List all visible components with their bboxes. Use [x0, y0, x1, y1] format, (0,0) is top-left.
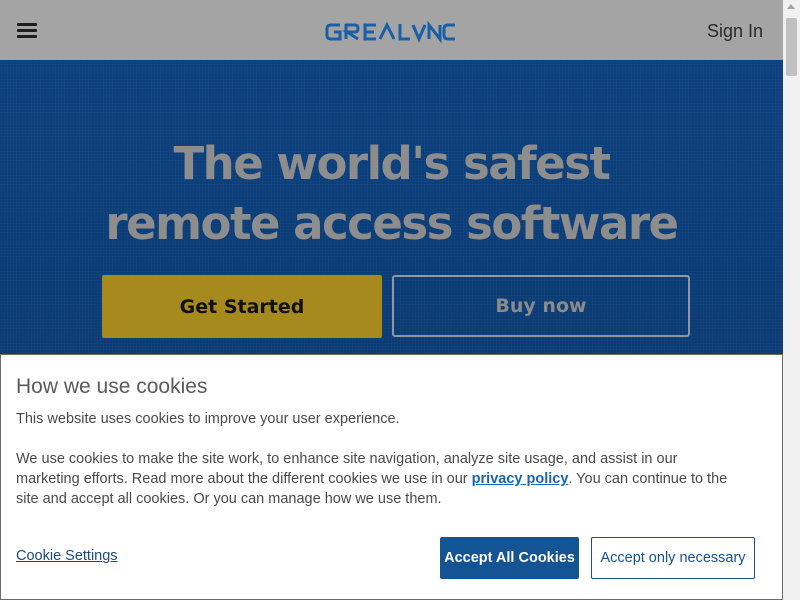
privacy-policy-link[interactable]: privacy policy: [472, 471, 569, 487]
realvnc-logo[interactable]: [324, 19, 456, 45]
cookie-intro-text: This website uses cookies to improve you…: [16, 411, 400, 427]
accept-necessary-cookies-button[interactable]: Accept only necessary: [591, 537, 755, 579]
site-header: Sign In: [0, 0, 783, 61]
buy-now-button[interactable]: Buy now: [392, 275, 690, 337]
hero-title-line2: remote access software: [105, 197, 679, 250]
page-scrollbar[interactable]: [783, 0, 800, 600]
cookie-dialog-title: How we use cookies: [16, 375, 208, 398]
get-started-button[interactable]: Get Started: [102, 275, 382, 338]
hero-title-line1: The world's safest: [173, 137, 611, 190]
hero-section: The world's safest remote access softwar…: [0, 60, 783, 360]
scroll-up-arrow-icon[interactable]: [787, 4, 795, 9]
cookie-settings-link[interactable]: Cookie Settings: [16, 548, 118, 564]
cookie-description: We use cookies to make the site work, to…: [16, 449, 736, 509]
scrollbar-thumb[interactable]: [786, 18, 797, 76]
cookie-consent-dialog: How we use cookies This website uses coo…: [0, 354, 783, 600]
accept-all-cookies-button[interactable]: Accept All Cookies: [440, 537, 579, 579]
hamburger-icon[interactable]: [17, 23, 37, 39]
sign-in-link[interactable]: Sign In: [707, 21, 763, 42]
hero-title: The world's safest remote access softwar…: [0, 134, 783, 254]
